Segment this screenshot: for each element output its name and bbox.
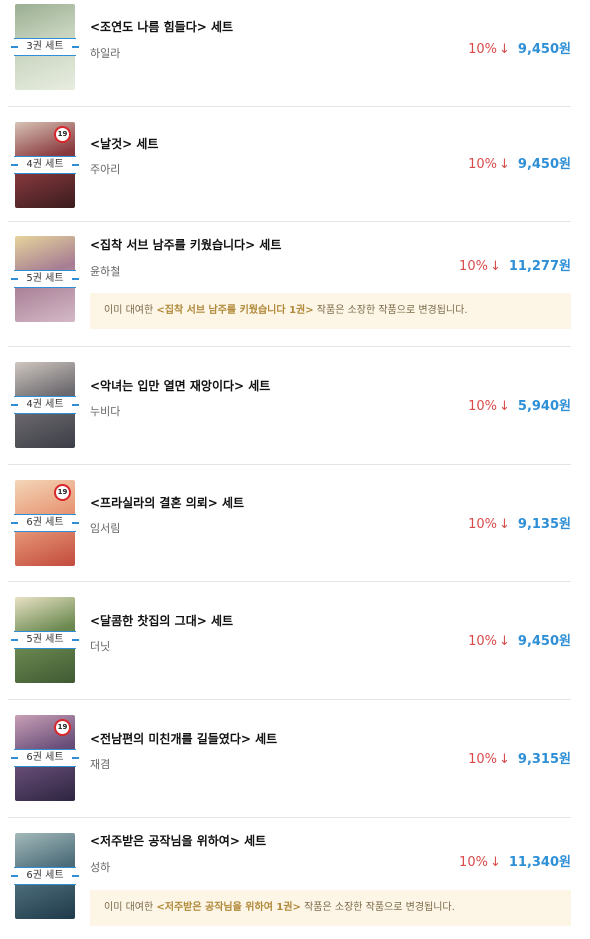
price-block: 10% ↓ 9,135원 — [468, 513, 571, 532]
notice-prefix: 이미 대여한 — [104, 305, 157, 316]
set-count-badge: 5권 세트 — [11, 270, 79, 288]
sale-price: 9,315원 — [517, 752, 571, 767]
book-title[interactable]: <날것> 세트 — [90, 135, 158, 152]
discount-rate: 10% — [468, 752, 497, 767]
price-block: 10% ↓ 11,277원 — [459, 255, 571, 274]
list-item[interactable]: 5권 세트 <집착 서브 남주를 키웠습니다> 세트 윤하철 10% ↓ 11,27… — [8, 221, 571, 347]
set-count-badge: 3권 세트 — [11, 38, 79, 56]
discount-rate: 10% — [468, 42, 497, 57]
discount-rate: 10% — [468, 157, 497, 172]
arrow-down-icon: ↓ — [499, 634, 510, 649]
discount-rate: 10% — [459, 855, 488, 870]
set-count-badge: 4권 세트 — [11, 156, 79, 174]
set-count-badge: 6권 세트 — [11, 867, 79, 885]
book-cover[interactable]: 19 6권 세트 — [11, 715, 79, 801]
arrow-down-icon: ↓ — [499, 517, 510, 532]
notice-book: <저주받은 공작님을 위하여 1권> — [156, 902, 301, 913]
price-block: 10% ↓ 11,340원 — [459, 851, 571, 870]
book-author[interactable]: 하일라 — [90, 45, 120, 61]
discount-rate: 10% — [459, 259, 488, 274]
book-author[interactable]: 주아리 — [90, 161, 120, 177]
adult-only-badge: 19 — [54, 719, 71, 736]
sale-price: 5,940원 — [517, 399, 571, 414]
book-cover[interactable]: 19 6권 세트 — [11, 480, 79, 566]
sale-price: 9,450원 — [517, 634, 571, 649]
book-cover[interactable]: 4권 세트 — [11, 362, 79, 448]
rental-notice: 이미 대여한 <집착 서브 남주를 키웠습니다 1권> 작품은 소장한 작품으로… — [90, 293, 571, 329]
book-cover[interactable]: 5권 세트 — [11, 597, 79, 683]
notice-book: <집착 서브 남주를 키웠습니다 1권> — [156, 305, 314, 316]
sale-price: 9,135원 — [517, 517, 571, 532]
price-block: 10% ↓ 9,450원 — [468, 38, 571, 57]
set-count-badge: 5권 세트 — [11, 631, 79, 649]
list-item[interactable]: 5권 세트 <달콤한 찻집의 그대> 세트 더닛 10% ↓ 9,450원 — [8, 581, 571, 700]
sale-price: 9,450원 — [517, 157, 571, 172]
book-title[interactable]: <프라실라의 결혼 의뢰> 세트 — [90, 494, 244, 511]
sale-price: 11,277원 — [508, 259, 571, 274]
sale-price: 11,340원 — [508, 855, 571, 870]
book-cover[interactable]: 6권 세트 — [11, 833, 79, 919]
adult-only-badge: 19 — [54, 126, 71, 143]
list-item[interactable]: 3권 세트 <조연도 나름 힘들다> 세트 하일라 10% ↓ 9,450원 — [8, 0, 571, 107]
list-item[interactable]: 6권 세트 <저주받은 공작님을 위하여> 세트 성하 10% ↓ 11,340원 … — [8, 817, 571, 939]
book-cover[interactable]: 19 4권 세트 — [11, 122, 79, 208]
adult-only-badge: 19 — [54, 484, 71, 501]
price-block: 10% ↓ 5,940원 — [468, 395, 571, 414]
price-block: 10% ↓ 9,315원 — [468, 748, 571, 767]
book-title[interactable]: <악녀는 입만 열면 재앙이다> 세트 — [90, 377, 270, 394]
book-author[interactable]: 윤하철 — [90, 263, 120, 279]
notice-suffix: 작품은 소장한 작품으로 변경됩니다. — [313, 305, 468, 316]
book-author[interactable]: 재겸 — [90, 756, 110, 772]
book-title[interactable]: <집착 서브 남주를 키웠습니다> 세트 — [90, 236, 281, 253]
list-item[interactable]: 19 6권 세트 <전남편의 미친개를 길들였다> 세트 재겸 10% ↓ 9,31… — [8, 699, 571, 818]
book-cover[interactable]: 5권 세트 — [11, 236, 79, 322]
set-count-badge: 6권 세트 — [11, 749, 79, 767]
list-item[interactable]: 19 6권 세트 <프라실라의 결혼 의뢰> 세트 임서림 10% ↓ 9,135원 — [8, 464, 571, 582]
arrow-down-icon: ↓ — [499, 752, 510, 767]
sale-price: 9,450원 — [517, 42, 571, 57]
book-title[interactable]: <전남편의 미친개를 길들였다> 세트 — [90, 730, 277, 747]
discount-rate: 10% — [468, 517, 497, 532]
price-block: 10% ↓ 9,450원 — [468, 153, 571, 172]
arrow-down-icon: ↓ — [499, 157, 510, 172]
book-author[interactable]: 임서림 — [90, 520, 120, 536]
notice-prefix: 이미 대여한 — [104, 902, 157, 913]
price-block: 10% ↓ 9,450원 — [468, 630, 571, 649]
book-author[interactable]: 성하 — [90, 859, 110, 875]
book-title[interactable]: <조연도 나름 힘들다> 세트 — [90, 18, 233, 35]
arrow-down-icon: ↓ — [499, 399, 510, 414]
arrow-down-icon: ↓ — [499, 42, 510, 57]
set-list: 3권 세트 <조연도 나름 힘들다> 세트 하일라 10% ↓ 9,450원 19 … — [0, 0, 590, 939]
list-item[interactable]: 19 4권 세트 <날것> 세트 주아리 10% ↓ 9,450원 — [8, 106, 571, 222]
set-count-badge: 6권 세트 — [11, 514, 79, 532]
book-author[interactable]: 더닛 — [90, 638, 110, 654]
arrow-down-icon: ↓ — [489, 855, 501, 870]
discount-rate: 10% — [468, 634, 497, 649]
book-author[interactable]: 누비다 — [90, 403, 120, 419]
book-title[interactable]: <저주받은 공작님을 위하여> 세트 — [90, 832, 266, 849]
discount-rate: 10% — [468, 399, 497, 414]
book-title[interactable]: <달콤한 찻집의 그대> 세트 — [90, 612, 233, 629]
set-count-badge: 4권 세트 — [11, 396, 79, 414]
book-cover[interactable]: 3권 세트 — [11, 4, 79, 90]
notice-suffix: 작품은 소장한 작품으로 변경됩니다. — [300, 902, 455, 913]
arrow-down-icon: ↓ — [489, 259, 501, 274]
rental-notice: 이미 대여한 <저주받은 공작님을 위하여 1권> 작품은 소장한 작품으로 변… — [90, 890, 571, 926]
list-item[interactable]: 4권 세트 <악녀는 입만 열면 재앙이다> 세트 누비다 10% ↓ 5,940원 — [8, 346, 571, 465]
